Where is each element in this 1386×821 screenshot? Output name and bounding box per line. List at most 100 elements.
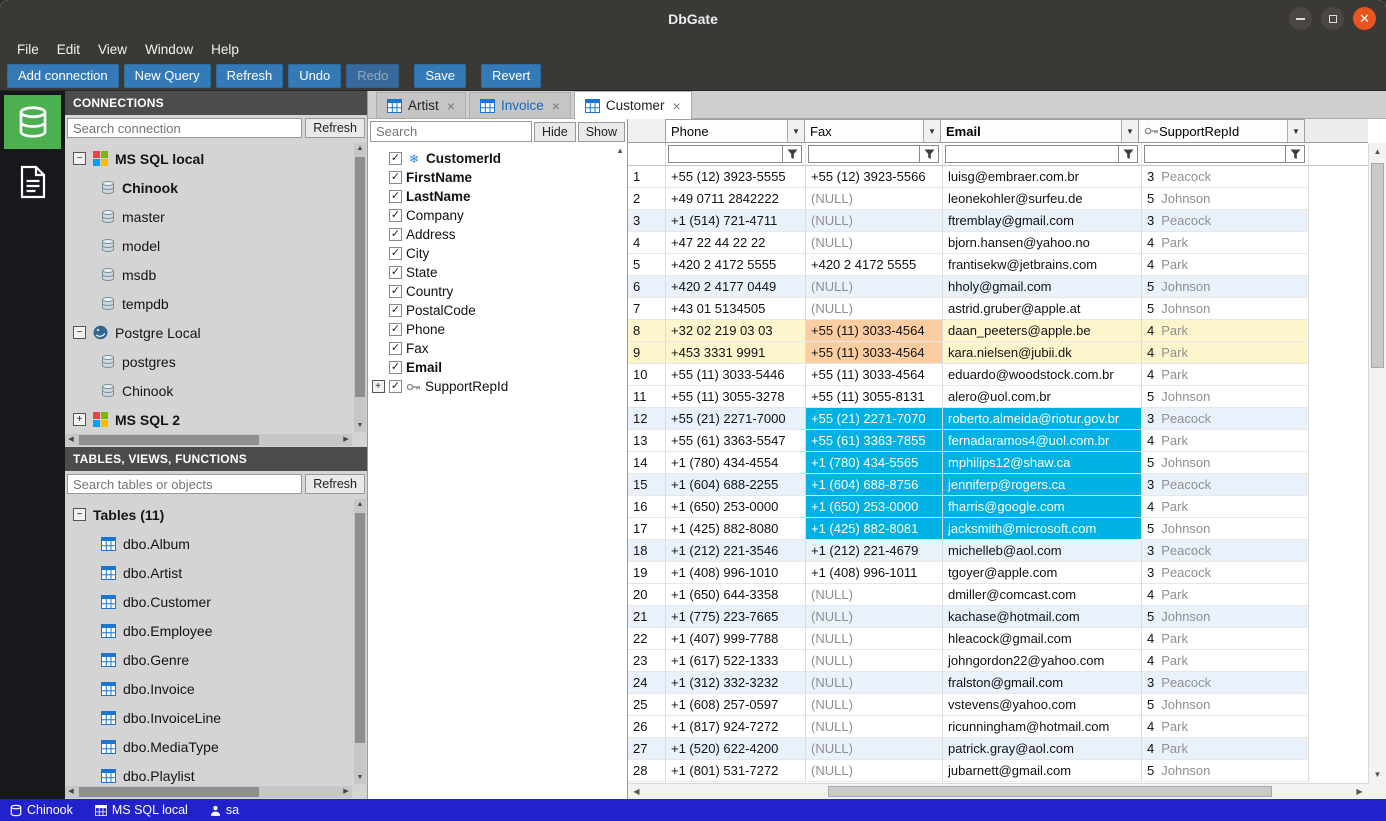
supportrepid-cell[interactable]: 3Peacock bbox=[1142, 562, 1309, 584]
collapse-expander-icon[interactable]: − bbox=[73, 326, 86, 339]
connection-item[interactable]: model bbox=[71, 231, 351, 260]
filter-input-email[interactable] bbox=[945, 145, 1118, 163]
email-cell[interactable]: fralston@gmail.com bbox=[943, 672, 1142, 694]
column-checkbox[interactable]: ✓ bbox=[389, 152, 402, 165]
phone-cell[interactable]: +55 (12) 3923-5555 bbox=[666, 166, 806, 188]
phone-cell[interactable]: +1 (650) 253-0000 bbox=[666, 496, 806, 518]
table-item[interactable]: dbo.InvoiceLine bbox=[71, 703, 351, 732]
supportrepid-cell[interactable]: 3Peacock bbox=[1142, 474, 1309, 496]
column-checkbox[interactable]: ✓ bbox=[389, 323, 402, 336]
column-dropdown-button[interactable]: ▼ bbox=[787, 120, 804, 142]
email-cell[interactable]: jubarnett@gmail.com bbox=[943, 760, 1142, 782]
scroll-left-icon[interactable]: ◀ bbox=[628, 784, 645, 799]
supportrepid-cell[interactable]: 4Park bbox=[1142, 650, 1309, 672]
fax-cell[interactable]: +55 (11) 3033-4564 bbox=[806, 342, 943, 364]
row-number-cell[interactable]: 15 bbox=[628, 474, 666, 496]
hide-column-button[interactable]: Hide bbox=[534, 122, 576, 142]
table-item[interactable]: dbo.Artist bbox=[71, 558, 351, 587]
table-item[interactable]: dbo.MediaType bbox=[71, 732, 351, 761]
column-item-postalcode[interactable]: ✓PostalCode bbox=[371, 301, 627, 320]
tables-refresh-button[interactable]: Refresh bbox=[305, 474, 365, 494]
database-view-button[interactable] bbox=[4, 95, 61, 149]
filter-funnel-button[interactable] bbox=[1285, 145, 1305, 163]
column-item-state[interactable]: ✓State bbox=[371, 263, 627, 282]
phone-cell[interactable]: +1 (617) 522-1333 bbox=[666, 650, 806, 672]
column-checkbox[interactable]: ✓ bbox=[389, 209, 402, 222]
column-checkbox[interactable]: ✓ bbox=[389, 228, 402, 241]
supportrepid-cell[interactable]: 4Park bbox=[1142, 430, 1309, 452]
menu-view[interactable]: View bbox=[89, 40, 136, 59]
email-cell[interactable]: luisg@embraer.com.br bbox=[943, 166, 1142, 188]
connection-item[interactable]: −MS SQL local bbox=[71, 144, 351, 173]
column-item-fax[interactable]: ✓Fax bbox=[371, 339, 627, 358]
tab-close-icon[interactable]: × bbox=[447, 98, 455, 114]
row-number-cell[interactable]: 18 bbox=[628, 540, 666, 562]
fax-cell[interactable]: +55 (11) 3055-8131 bbox=[806, 386, 943, 408]
supportrepid-cell[interactable]: 4Park bbox=[1142, 584, 1309, 606]
scroll-left-icon[interactable]: ◀ bbox=[65, 786, 77, 798]
supportrepid-cell[interactable]: 4Park bbox=[1142, 364, 1309, 386]
column-header-phone[interactable]: Phone▼ bbox=[665, 119, 805, 142]
row-number-cell[interactable]: 12 bbox=[628, 408, 666, 430]
scroll-up-icon[interactable]: ▲ bbox=[354, 143, 366, 155]
email-cell[interactable]: alero@uol.com.br bbox=[943, 386, 1142, 408]
filter-funnel-button[interactable] bbox=[919, 145, 939, 163]
connections-refresh-button[interactable]: Refresh bbox=[305, 118, 365, 138]
menu-window[interactable]: Window bbox=[136, 40, 202, 59]
email-cell[interactable]: roberto.almeida@riotur.gov.br bbox=[943, 408, 1142, 430]
filter-input-supportrepid[interactable] bbox=[1144, 145, 1285, 163]
minimize-button[interactable] bbox=[1289, 7, 1312, 30]
connection-item[interactable]: postgres bbox=[71, 347, 351, 376]
show-column-button[interactable]: Show bbox=[578, 122, 625, 142]
supportrepid-cell[interactable]: 4Park bbox=[1142, 232, 1309, 254]
refresh-button[interactable]: Refresh bbox=[216, 64, 284, 88]
column-header-email[interactable]: Email▼ bbox=[940, 119, 1139, 142]
column-item-firstname[interactable]: ✓FirstName bbox=[371, 168, 627, 187]
phone-cell[interactable]: +1 (650) 644-3358 bbox=[666, 584, 806, 606]
column-item-address[interactable]: ✓Address bbox=[371, 225, 627, 244]
supportrepid-cell[interactable]: 4Park bbox=[1142, 628, 1309, 650]
tab-invoice[interactable]: Invoice× bbox=[469, 92, 571, 118]
tab-customer[interactable]: Customer× bbox=[574, 91, 692, 119]
email-cell[interactable]: ricunningham@hotmail.com bbox=[943, 716, 1142, 738]
supportrepid-cell[interactable]: 5Johnson bbox=[1142, 606, 1309, 628]
supportrepid-cell[interactable]: 5Johnson bbox=[1142, 452, 1309, 474]
scroll-right-icon[interactable]: ▶ bbox=[340, 434, 352, 446]
fax-cell[interactable]: +1 (425) 882-8081 bbox=[806, 518, 943, 540]
connection-item[interactable]: tempdb bbox=[71, 289, 351, 318]
scroll-down-icon[interactable]: ▼ bbox=[1369, 766, 1386, 783]
email-cell[interactable]: daan_peeters@apple.be bbox=[943, 320, 1142, 342]
email-cell[interactable]: kara.nielsen@jubii.dk bbox=[943, 342, 1142, 364]
fax-cell[interactable]: (NULL) bbox=[806, 584, 943, 606]
email-cell[interactable]: fernadaramos4@uol.com.br bbox=[943, 430, 1142, 452]
fax-cell[interactable]: (NULL) bbox=[806, 606, 943, 628]
connection-item[interactable]: Chinook bbox=[71, 376, 351, 405]
column-item-supportrepid[interactable]: +✓SupportRepId bbox=[371, 377, 627, 396]
phone-cell[interactable]: +1 (775) 223-7665 bbox=[666, 606, 806, 628]
column-dropdown-button[interactable]: ▼ bbox=[1287, 120, 1304, 142]
expand-expander-icon[interactable]: + bbox=[73, 413, 86, 426]
scroll-right-icon[interactable]: ▶ bbox=[340, 786, 352, 798]
fax-cell[interactable]: (NULL) bbox=[806, 738, 943, 760]
column-checkbox[interactable]: ✓ bbox=[389, 266, 402, 279]
phone-cell[interactable]: +32 02 219 03 03 bbox=[666, 320, 806, 342]
email-cell[interactable]: hleacock@gmail.com bbox=[943, 628, 1142, 650]
row-number-cell[interactable]: 17 bbox=[628, 518, 666, 540]
filter-input-fax[interactable] bbox=[808, 145, 919, 163]
phone-cell[interactable]: +47 22 44 22 22 bbox=[666, 232, 806, 254]
supportrepid-cell[interactable]: 5Johnson bbox=[1142, 298, 1309, 320]
phone-cell[interactable]: +1 (801) 531-7272 bbox=[666, 760, 806, 782]
connection-item[interactable]: Chinook bbox=[71, 173, 351, 202]
row-number-cell[interactable]: 21 bbox=[628, 606, 666, 628]
tree-vertical-scrollbar[interactable]: ▲▼ bbox=[354, 499, 366, 784]
connection-item[interactable]: msdb bbox=[71, 260, 351, 289]
scroll-right-icon[interactable]: ▶ bbox=[1351, 784, 1368, 799]
supportrepid-cell[interactable]: 4Park bbox=[1142, 496, 1309, 518]
status-database[interactable]: Chinook bbox=[10, 803, 73, 817]
email-cell[interactable]: frantisekw@jetbrains.com bbox=[943, 254, 1142, 276]
tree-scroll-thumb[interactable] bbox=[79, 787, 259, 797]
phone-cell[interactable]: +1 (408) 996-1010 bbox=[666, 562, 806, 584]
tables-search-input[interactable] bbox=[67, 474, 302, 494]
tree-scroll-thumb[interactable] bbox=[355, 157, 365, 397]
column-item-company[interactable]: ✓Company bbox=[371, 206, 627, 225]
